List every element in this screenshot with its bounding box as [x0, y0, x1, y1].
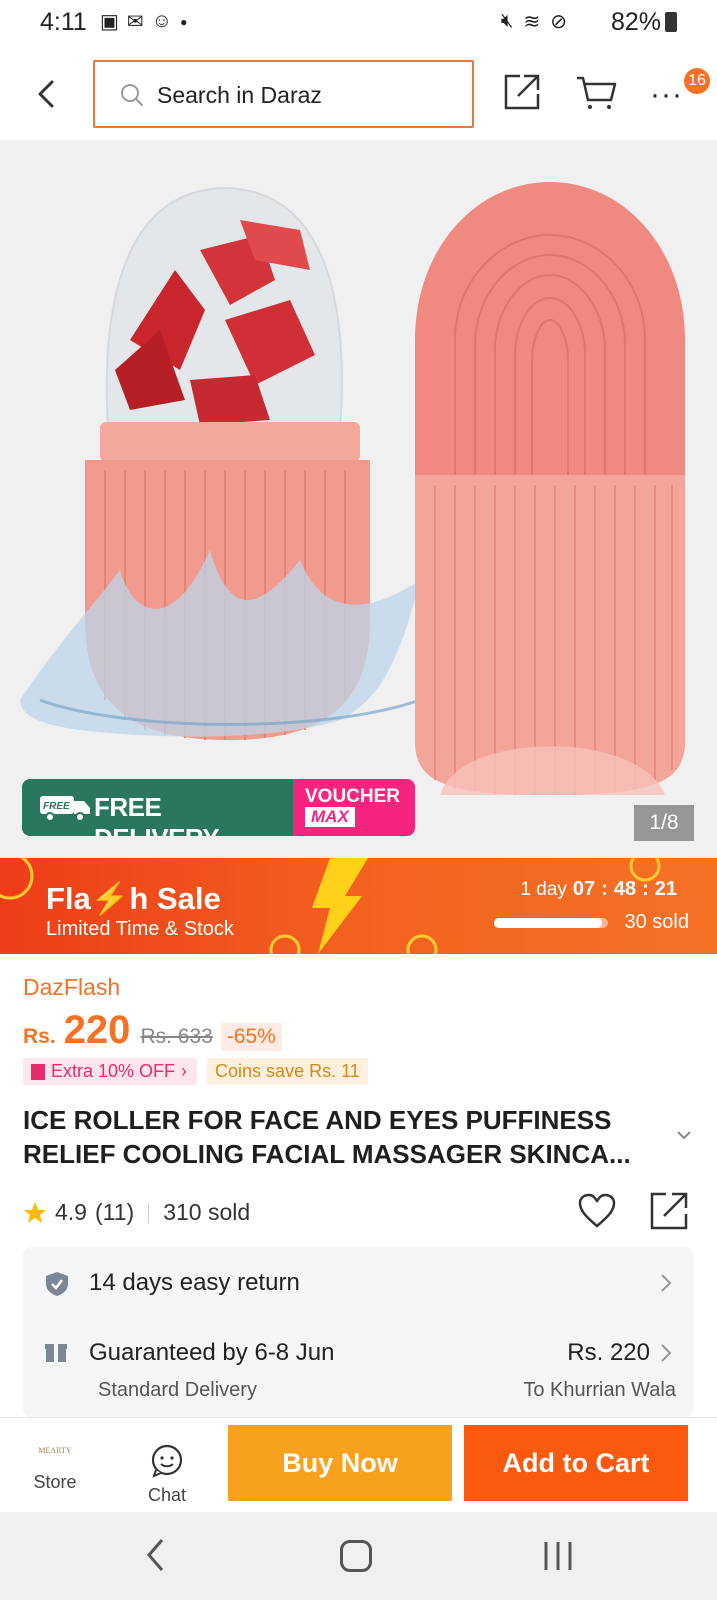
search-placeholder: Search in Daraz: [157, 82, 322, 108]
battery-icon: [665, 12, 677, 32]
flash-sale-title: Fla⚡h Sale: [46, 881, 221, 916]
countdown-sep-2: :: [642, 878, 649, 900]
mute-icon: 🔇︎: [500, 10, 514, 32]
snapchat-icon: ☺: [151, 10, 173, 32]
delivery-box-icon: [45, 1344, 67, 1362]
star-icon: [24, 1201, 46, 1223]
product-detail-page: 4:11 ▣ ✉ ☺ ● 🔇︎ ≋ ⊘ 82% Search in Daraz: [0, 0, 717, 1600]
wifi-icon: ≋: [523, 11, 541, 33]
notification-badge: 16: [684, 68, 710, 94]
service-panel: 14 days easy return Guaranteed by 6-8 Ju…: [23, 1247, 694, 1417]
product-image[interactable]: FREE FREE DELIVERY VOUCHER MAX 1/8: [0, 140, 717, 858]
app-header: Search in Daraz ··· 16: [0, 48, 717, 140]
flash-sold-count: 30 sold: [624, 911, 690, 933]
price-row: Rs. 220 Rs. 633 -65%: [23, 1008, 282, 1053]
share-icon[interactable]: [648, 1190, 690, 1232]
sold-progress-fill: [494, 918, 602, 928]
mail-icon: ✉: [126, 11, 144, 33]
rating-count: (11): [94, 1199, 135, 1225]
buy-now-button[interactable]: Buy Now: [228, 1425, 452, 1501]
extra-off-tag[interactable]: Extra 10% OFF ›: [23, 1058, 198, 1085]
extra-off-label: Extra 10% OFF: [51, 1061, 176, 1081]
share-icon[interactable]: [502, 72, 542, 112]
return-policy-text: 14 days easy return: [89, 1269, 300, 1296]
dot-icon: ●: [180, 14, 188, 29]
promo-tags: Extra 10% OFF › Coins save Rs. 11: [23, 1058, 368, 1085]
rating-row[interactable]: 4.9 (11) 310 sold: [23, 1199, 250, 1226]
product-title[interactable]: ICE ROLLER FOR FACE AND EYES PUFFINESS R…: [23, 1103, 663, 1171]
original-price: Rs. 633: [140, 1025, 213, 1048]
current-price: 220: [63, 1008, 131, 1052]
flash-sale-bar[interactable]: Fla⚡h Sale Limited Time & Stock 1 day 07…: [0, 858, 717, 954]
coupon-icon: [31, 1063, 45, 1080]
product-photo: [0, 140, 717, 858]
dnd-icon: ⊘: [550, 11, 567, 33]
free-delivery-badge: FREE FREE DELIVERY: [22, 779, 293, 836]
search-icon: [121, 84, 143, 106]
countdown-timer: 1 day 07 : 48 : 21: [520, 878, 677, 901]
gallery-icon: ▣: [100, 11, 119, 33]
search-input[interactable]: Search in Daraz: [93, 60, 474, 128]
countdown-days: 1 day: [520, 879, 567, 900]
cart-icon[interactable]: [575, 72, 617, 112]
countdown-seconds: 21: [654, 878, 677, 900]
bottom-action-bar: MEARTY Store Chat Buy Now Add to Cart: [0, 1417, 717, 1512]
sold-count: 310 sold: [163, 1199, 251, 1225]
chevron-right-icon: [661, 1344, 672, 1362]
nav-recents-icon[interactable]: [543, 1540, 573, 1572]
voucher-max-badge: VOUCHER MAX: [293, 779, 415, 836]
flash-sale-subtitle: Limited Time & Stock: [46, 918, 234, 940]
store-label: Store: [33, 1472, 77, 1492]
chevron-down-icon[interactable]: [676, 1130, 692, 1140]
delivery-type: Standard Delivery: [98, 1379, 257, 1401]
store-button[interactable]: MEARTY Store: [22, 1440, 88, 1493]
system-icons: 🔇︎ ≋ ⊘: [501, 9, 567, 34]
image-counter: 1/8: [634, 805, 694, 841]
channel-label: DazFlash: [23, 974, 121, 1000]
truck-text: FREE: [43, 801, 70, 812]
promo-banner[interactable]: FREE FREE DELIVERY VOUCHER MAX: [22, 779, 415, 836]
status-bar: 4:11 ▣ ✉ ☺ ● 🔇︎ ≋ ⊘ 82%: [0, 0, 717, 48]
nav-back-icon[interactable]: [146, 1538, 166, 1572]
battery-level: 82%: [610, 8, 661, 36]
notification-icons: ▣ ✉ ☺ ●: [100, 9, 187, 34]
chevron-right-icon: ›: [181, 1061, 188, 1081]
chat-button[interactable]: Chat: [134, 1444, 200, 1506]
system-nav-bar: [0, 1512, 717, 1600]
countdown-minutes: 48: [613, 878, 637, 900]
product-title-line-1: ICE ROLLER FOR FACE AND EYES PUFFINESS: [23, 1105, 612, 1135]
delivery-guarantee: Guaranteed by 6-8 Jun: [89, 1339, 335, 1366]
free-delivery-label: FREE DELIVERY: [94, 792, 220, 836]
store-logo: MEARTY: [38, 1446, 72, 1455]
voucher-label: VOUCHER: [305, 786, 401, 807]
countdown-hours: 07: [572, 878, 596, 900]
chevron-right-icon: [661, 1274, 672, 1292]
rating-value: 4.9: [55, 1199, 87, 1225]
truck-icon: FREE: [40, 796, 90, 822]
shield-check-icon: [46, 1272, 68, 1296]
return-policy-row[interactable]: 14 days easy return: [23, 1247, 694, 1317]
coins-tag: Coins save Rs. 11: [207, 1058, 368, 1085]
heart-icon[interactable]: [577, 1192, 617, 1230]
chat-icon: [151, 1444, 183, 1478]
countdown-sep-1: :: [601, 878, 608, 900]
delivery-destination: To Khurrian Wala: [523, 1379, 676, 1401]
back-icon[interactable]: [30, 74, 64, 114]
chat-label: Chat: [147, 1485, 187, 1505]
product-title-line-2: RELIEF COOLING FACIAL MASSAGER SKINCA...: [23, 1139, 631, 1169]
status-time: 4:11: [40, 8, 87, 36]
voucher-max-label: MAX: [305, 807, 355, 827]
delivery-fee: Rs. 220: [567, 1339, 650, 1366]
divider: [148, 1202, 150, 1223]
discount-badge: -65%: [220, 1023, 282, 1051]
price-currency: Rs.: [23, 1025, 56, 1048]
add-to-cart-button[interactable]: Add to Cart: [464, 1425, 688, 1501]
nav-home-icon[interactable]: [340, 1540, 372, 1572]
